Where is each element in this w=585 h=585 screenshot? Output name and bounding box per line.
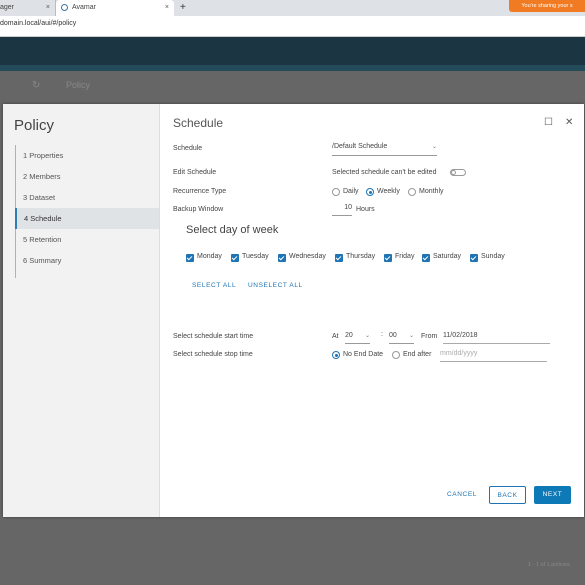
tab-label: ager bbox=[0, 4, 15, 11]
step-dataset[interactable]: 3 Dataset bbox=[16, 187, 160, 208]
tuesday-label[interactable]: Tuesday bbox=[242, 253, 269, 260]
background-page-title: Policy bbox=[66, 80, 91, 90]
wednesday-checkbox[interactable] bbox=[278, 254, 286, 262]
tab-close-icon[interactable]: × bbox=[46, 0, 50, 16]
maximize-icon[interactable]: ☐ bbox=[544, 117, 553, 128]
day-of-week-heading: Select day of week bbox=[186, 224, 279, 236]
saturday-label[interactable]: Saturday bbox=[433, 253, 461, 260]
end-after-label[interactable]: End after bbox=[403, 351, 431, 358]
start-date-input[interactable]: 11/02/2018 bbox=[443, 332, 550, 344]
edit-schedule-label: Edit Schedule bbox=[173, 169, 217, 176]
chevron-down-icon: ⌄ bbox=[431, 144, 437, 150]
start-hour-value: 20 bbox=[345, 332, 353, 339]
sunday-label[interactable]: Sunday bbox=[481, 253, 505, 260]
chevron-down-icon: ⌄ bbox=[408, 333, 414, 339]
recurrence-weekly-label[interactable]: Weekly bbox=[377, 188, 400, 195]
browser-tab-bar: ager × Avamar × + You're sharing your s bbox=[0, 0, 585, 16]
recurrence-daily-label[interactable]: Daily bbox=[343, 188, 359, 195]
sunday-checkbox[interactable] bbox=[470, 254, 478, 262]
start-hour-select[interactable]: 20 ⌄ bbox=[345, 332, 370, 344]
policy-wizard-dialog: Policy 1 Properties 2 Members 3 Dataset … bbox=[3, 104, 584, 517]
section-title: Schedule bbox=[173, 116, 224, 130]
edit-schedule-note: Selected schedule can't be edited bbox=[332, 169, 437, 176]
thursday-checkbox[interactable] bbox=[335, 254, 343, 262]
monday-checkbox[interactable] bbox=[186, 254, 194, 262]
step-summary[interactable]: 6 Summary bbox=[16, 250, 160, 271]
no-end-date-radio[interactable] bbox=[332, 351, 340, 359]
chevron-down-icon: ⌄ bbox=[364, 333, 370, 339]
end-date-input[interactable]: mm/dd/yyyy bbox=[440, 350, 547, 362]
sharing-banner[interactable]: You're sharing your s bbox=[509, 0, 585, 12]
start-at-label: At bbox=[332, 333, 339, 340]
select-all-button[interactable]: SELECT ALL bbox=[192, 282, 236, 289]
no-end-date-label[interactable]: No End Date bbox=[343, 351, 383, 358]
end-after-radio[interactable] bbox=[392, 351, 400, 359]
wednesday-label[interactable]: Wednesday bbox=[289, 253, 326, 260]
browser-tab-active[interactable]: Avamar × bbox=[56, 0, 174, 16]
saturday-checkbox[interactable] bbox=[422, 254, 430, 262]
toggle-knob bbox=[451, 170, 456, 175]
time-separator: : bbox=[381, 331, 383, 338]
tuesday-checkbox[interactable] bbox=[231, 254, 239, 262]
schedule-select-value: /Default Schedule bbox=[332, 143, 388, 150]
new-tab-button[interactable]: + bbox=[180, 0, 186, 16]
backup-window-unit: Hours bbox=[356, 206, 375, 213]
close-icon[interactable]: ✕ bbox=[565, 117, 573, 128]
step-properties[interactable]: 1 Properties bbox=[16, 145, 160, 166]
recurrence-daily-radio[interactable] bbox=[332, 188, 340, 196]
step-schedule[interactable]: 4 Schedule bbox=[15, 208, 159, 229]
thursday-label[interactable]: Thursday bbox=[346, 253, 375, 260]
cancel-button[interactable]: CANCEL bbox=[443, 486, 481, 504]
step-list: 1 Properties 2 Members 3 Dataset 4 Sched… bbox=[15, 145, 160, 278]
monday-label[interactable]: Monday bbox=[197, 253, 222, 260]
background-pager: 1 - 1 of 1 policies bbox=[528, 562, 570, 568]
step-members[interactable]: 2 Members bbox=[16, 166, 160, 187]
recurrence-weekly-radio[interactable] bbox=[366, 188, 374, 196]
next-button[interactable]: NEXT bbox=[534, 486, 571, 504]
recurrence-monthly-radio[interactable] bbox=[408, 188, 416, 196]
friday-label[interactable]: Friday bbox=[395, 253, 414, 260]
recurrence-type-label: Recurrence Type bbox=[173, 188, 227, 195]
start-from-label: From bbox=[421, 333, 438, 340]
wizard-step-nav: Policy 1 Properties 2 Members 3 Dataset … bbox=[3, 104, 160, 517]
wizard-title: Policy bbox=[14, 117, 55, 134]
back-button[interactable]: BACK bbox=[489, 486, 526, 504]
unselect-all-button[interactable]: UNSELECT ALL bbox=[248, 282, 303, 289]
refresh-icon: ↻ bbox=[32, 80, 41, 91]
schedule-label: Schedule bbox=[173, 145, 203, 152]
start-minute-select[interactable]: 00 ⌄ bbox=[389, 332, 414, 344]
schedule-select[interactable]: /Default Schedule ⌄ bbox=[332, 143, 437, 156]
friday-checkbox[interactable] bbox=[384, 254, 392, 262]
tab-close-icon[interactable]: × bbox=[165, 0, 169, 16]
url-text[interactable]: domain.local/aui/#/policy bbox=[0, 20, 76, 27]
step-retention[interactable]: 5 Retention bbox=[16, 229, 160, 250]
start-minute-value: 00 bbox=[389, 332, 397, 339]
edit-schedule-toggle[interactable] bbox=[450, 169, 466, 176]
address-bar[interactable]: domain.local/aui/#/policy bbox=[0, 16, 585, 37]
app-header bbox=[0, 37, 585, 65]
browser-tab[interactable]: ager × bbox=[0, 0, 56, 16]
avamar-favicon-icon bbox=[61, 4, 68, 11]
backup-window-label: Backup Window bbox=[173, 206, 224, 213]
start-time-label: Select schedule start time bbox=[173, 333, 254, 340]
stop-time-label: Select schedule stop time bbox=[173, 351, 253, 358]
recurrence-monthly-label[interactable]: Monthly bbox=[419, 188, 444, 195]
backup-window-input[interactable]: 10 bbox=[332, 204, 352, 216]
tab-label: Avamar bbox=[72, 4, 96, 11]
